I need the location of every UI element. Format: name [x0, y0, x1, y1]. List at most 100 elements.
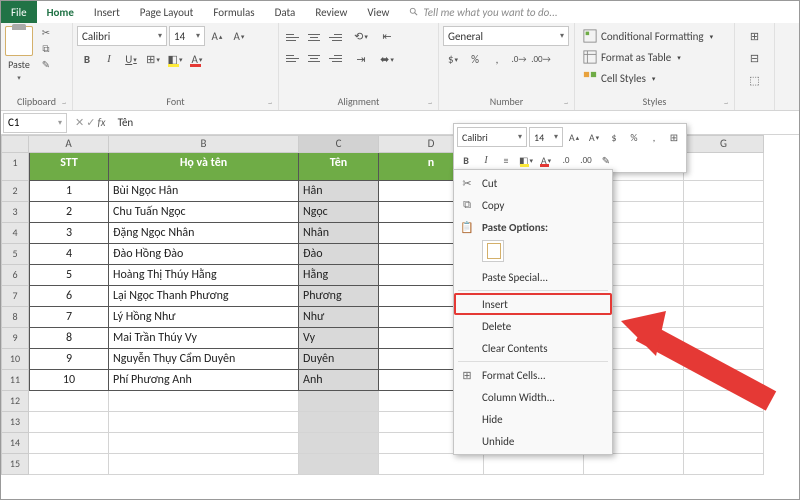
cell[interactable]: 9	[29, 349, 109, 370]
comma-button[interactable]: ,	[487, 49, 507, 69]
mini-size-dropdown[interactable]: 14	[529, 127, 563, 147]
cell[interactable]	[684, 153, 764, 181]
row-header[interactable]: 6	[1, 265, 29, 286]
mini-percent-icon[interactable]: %	[625, 128, 643, 146]
mini-border-icon[interactable]: ⊞	[665, 128, 683, 146]
ctx-unhide[interactable]: Unhide	[454, 430, 612, 452]
font-name-dropdown[interactable]: Calibri	[77, 26, 167, 46]
mini-format-painter-icon[interactable]: ✎	[597, 151, 615, 169]
format-cells-icon[interactable]: ⬚	[745, 70, 765, 90]
ctx-paste-special[interactable]: Paste Special...	[454, 266, 612, 288]
decrease-font-icon[interactable]: A▾	[229, 26, 249, 46]
cell[interactable]	[379, 454, 484, 475]
row-header[interactable]: 3	[1, 202, 29, 223]
cell[interactable]	[684, 370, 764, 391]
tab-review[interactable]: Review	[305, 1, 357, 23]
cell[interactable]: Đào Hồng Đào	[109, 244, 299, 265]
decrease-decimal-button[interactable]: .00→	[531, 49, 551, 69]
font-color-button[interactable]: A▾	[187, 49, 207, 69]
cancel-formula-icon[interactable]: ✕	[75, 116, 84, 129]
mini-font-color-button[interactable]: A▾	[537, 151, 555, 169]
cell[interactable]: 2	[29, 202, 109, 223]
underline-button[interactable]: U▾	[121, 49, 141, 69]
conditional-formatting-button[interactable]: Conditional Formatting▾	[579, 26, 730, 46]
mini-align-icon[interactable]: ≡	[497, 151, 515, 169]
cell[interactable]	[684, 349, 764, 370]
cell[interactable]: Vy	[299, 328, 379, 349]
cell[interactable]: Chu Tuấn Ngọc	[109, 202, 299, 223]
cell[interactable]	[684, 391, 764, 412]
cell[interactable]	[684, 307, 764, 328]
row-header[interactable]: 7	[1, 286, 29, 307]
italic-button[interactable]: I	[99, 49, 119, 69]
fill-color-button[interactable]: ◧▾	[165, 49, 185, 69]
row-header[interactable]: 10	[1, 349, 29, 370]
cell[interactable]: Đào	[299, 244, 379, 265]
cell[interactable]	[684, 286, 764, 307]
row-header[interactable]: 4	[1, 223, 29, 244]
cell[interactable]: Hoàng Thị Thúy Hằng	[109, 265, 299, 286]
cell[interactable]	[109, 433, 299, 454]
tab-page-layout[interactable]: Page Layout	[130, 1, 204, 23]
mini-font-dropdown[interactable]: Calibri	[457, 127, 527, 147]
tab-view[interactable]: View	[357, 1, 399, 23]
orientation-button[interactable]: ⟲▾	[351, 26, 371, 46]
mini-italic-button[interactable]: I	[477, 151, 495, 169]
cell[interactable]: 10	[29, 370, 109, 391]
cut-icon[interactable]: ✂	[38, 26, 54, 40]
cell[interactable]	[684, 202, 764, 223]
insert-cells-icon[interactable]: ⊞	[745, 26, 765, 46]
fx-icon[interactable]: fx	[97, 116, 105, 129]
cell[interactable]: 6	[29, 286, 109, 307]
cell[interactable]: Lại Ngọc Thanh Phương	[109, 286, 299, 307]
border-button[interactable]: ⊞▾	[143, 49, 163, 69]
increase-font-icon[interactable]: A▴	[207, 26, 227, 46]
cell[interactable]	[109, 412, 299, 433]
ctx-insert[interactable]: Insert	[454, 293, 612, 315]
cell[interactable]: 8	[29, 328, 109, 349]
cell[interactable]: 4	[29, 244, 109, 265]
ctx-delete[interactable]: Delete	[454, 315, 612, 337]
cell[interactable]	[684, 412, 764, 433]
cell[interactable]	[684, 433, 764, 454]
cell[interactable]	[684, 244, 764, 265]
ctx-cut[interactable]: ✂Cut	[454, 172, 612, 194]
row-header[interactable]: 8	[1, 307, 29, 328]
row-header[interactable]: 5	[1, 244, 29, 265]
cell[interactable]	[29, 391, 109, 412]
cell[interactable]	[684, 454, 764, 475]
cell[interactable]: 7	[29, 307, 109, 328]
tab-insert[interactable]: Insert	[84, 1, 130, 23]
mini-fill-color-button[interactable]: ◧▾	[517, 151, 535, 169]
ctx-copy[interactable]: ⧉Copy	[454, 194, 612, 216]
cell[interactable]: Ngọc	[299, 202, 379, 223]
row-header[interactable]: 12	[1, 391, 29, 412]
delete-cells-icon[interactable]: ⊟	[745, 48, 765, 68]
paste-button[interactable]: Paste ▾	[5, 26, 33, 93]
cell[interactable]: Mai Trần Thúy Vy	[109, 328, 299, 349]
table-header[interactable]: STT	[29, 153, 109, 181]
row-header[interactable]: 9	[1, 328, 29, 349]
ctx-clear-contents[interactable]: Clear Contents	[454, 337, 612, 359]
cell[interactable]	[109, 454, 299, 475]
table-header[interactable]: Họ và tên	[109, 153, 299, 181]
mini-dec2-icon[interactable]: .00	[577, 151, 595, 169]
cell[interactable]	[299, 391, 379, 412]
col-header-c[interactable]: C	[299, 135, 379, 153]
cell[interactable]	[684, 328, 764, 349]
format-as-table-button[interactable]: Format as Table▾	[579, 47, 730, 67]
indent-decrease-button[interactable]: ⇤	[377, 26, 397, 46]
alignment-buttons[interactable]	[283, 27, 345, 68]
cell[interactable]: Hằng	[299, 265, 379, 286]
cell[interactable]: Bùi Ngọc Hân	[109, 181, 299, 202]
ctx-paste-option-buttons[interactable]	[454, 238, 612, 266]
cell[interactable]: 3	[29, 223, 109, 244]
row-header[interactable]: 2	[1, 181, 29, 202]
select-all-corner[interactable]	[1, 135, 29, 153]
cell[interactable]: Đặng Ngọc Nhân	[109, 223, 299, 244]
tab-data[interactable]: Data	[265, 1, 306, 23]
cell[interactable]	[484, 454, 584, 475]
percent-button[interactable]: %	[465, 49, 485, 69]
cell[interactable]	[299, 433, 379, 454]
name-box[interactable]: C1	[3, 113, 67, 133]
